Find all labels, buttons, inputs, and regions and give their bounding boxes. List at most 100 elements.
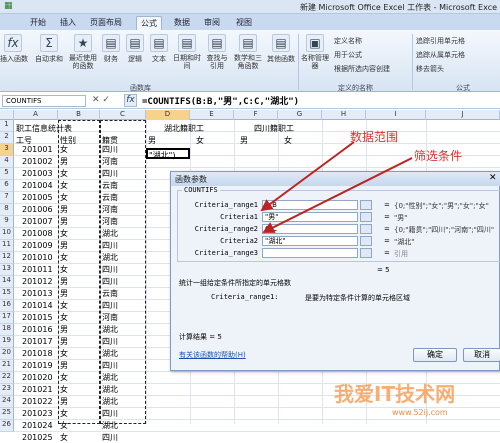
tab-home[interactable]: 开始 (26, 16, 50, 30)
insert-function-button[interactable]: fx 插入函数 (0, 34, 28, 64)
range-picker-icon[interactable] (360, 200, 372, 210)
employee-id-cell[interactable]: 201005 (22, 193, 53, 203)
employee-id-cell[interactable]: 201011 (22, 265, 53, 275)
tab-review[interactable]: 审阅 (200, 16, 224, 30)
employee-id-cell[interactable]: 201023 (22, 409, 53, 419)
row-header[interactable]: 17 (0, 312, 14, 324)
criteria-range3-input[interactable] (262, 248, 358, 258)
female-header-cell[interactable]: 女 (284, 136, 292, 146)
employee-id-cell[interactable]: 201002 (22, 157, 53, 167)
male-header-cell[interactable]: 男 (148, 136, 156, 146)
row-header[interactable]: 10 (0, 228, 14, 240)
insert-function-icon[interactable]: fx (124, 94, 137, 107)
employee-id-cell[interactable]: 201017 (22, 337, 53, 347)
row-header[interactable]: 11 (0, 240, 14, 252)
math-button[interactable]: ▤ 数学和三角函数 (232, 34, 264, 70)
define-name-button[interactable]: 定义名称 (334, 36, 362, 46)
employee-id-cell[interactable]: 201022 (22, 397, 53, 407)
column-header-f[interactable]: F (234, 110, 278, 120)
autosum-button[interactable]: Σ 自动求和 (32, 34, 66, 64)
employee-id-cell[interactable]: 201016 (22, 325, 53, 335)
employee-id-cell[interactable]: 201004 (22, 181, 53, 191)
row-header[interactable]: 13 (0, 264, 14, 276)
active-cell[interactable]: "湖北") (146, 148, 190, 160)
row-header[interactable]: 5 (0, 168, 14, 180)
create-from-selection-button[interactable]: 根据所选内容创建 (334, 64, 390, 74)
row-header[interactable]: 26 (0, 420, 14, 432)
trace-dependents-button[interactable]: 追踪从属单元格 (416, 50, 465, 60)
row-header[interactable]: 15 (0, 288, 14, 300)
employee-id-cell[interactable]: 201009 (22, 241, 53, 251)
employee-id-cell[interactable]: 201006 (22, 205, 53, 215)
tab-page-layout[interactable]: 页面布局 (86, 16, 126, 30)
row-header[interactable]: 3 (0, 144, 14, 156)
row-header[interactable]: 21 (0, 360, 14, 372)
sichuan-header-cell[interactable]: 四川籍职工 (254, 124, 294, 134)
criteria1-input[interactable]: "男" (262, 212, 358, 222)
row-header[interactable]: 12 (0, 252, 14, 264)
cancel-button[interactable]: 取消 (463, 348, 500, 362)
remove-arrows-button[interactable]: 移去箭头 (416, 64, 444, 74)
criteria2-input[interactable]: "湖北" (262, 236, 358, 246)
dialog-title[interactable]: 函数参数 (171, 172, 500, 186)
logical-button[interactable]: ▤ 逻辑 (124, 34, 146, 64)
row-header[interactable]: 4 (0, 156, 14, 168)
column-header-i[interactable]: I (366, 110, 426, 120)
employee-id-cell[interactable]: 201012 (22, 277, 53, 287)
row-header[interactable]: 24 (0, 396, 14, 408)
close-icon[interactable]: ✕ (489, 173, 497, 183)
origin-cell[interactable]: 四川 (102, 433, 118, 443)
row-header[interactable]: 8 (0, 204, 14, 216)
employee-id-cell[interactable]: 201008 (22, 229, 53, 239)
row-header[interactable]: 20 (0, 348, 14, 360)
select-all-corner[interactable] (0, 110, 14, 120)
text-button[interactable]: ▤ 文本 (148, 34, 170, 64)
employee-id-cell[interactable]: 201021 (22, 385, 53, 395)
row-header[interactable]: 22 (0, 372, 14, 384)
employee-id-cell[interactable]: 201019 (22, 361, 53, 371)
gender-cell[interactable]: 女 (60, 433, 68, 443)
employee-id-cell[interactable]: 201025 (22, 433, 53, 443)
row-header[interactable]: 23 (0, 384, 14, 396)
criteria-range2-input[interactable]: C:C (262, 224, 358, 234)
employee-id-cell[interactable]: 201013 (22, 289, 53, 299)
range-picker-icon[interactable] (360, 248, 372, 258)
employee-id-cell[interactable]: 201007 (22, 217, 53, 227)
column-header-e[interactable]: E (190, 110, 234, 120)
row-header[interactable]: 25 (0, 408, 14, 420)
date-time-button[interactable]: ▤ 日期和时间 (172, 34, 202, 70)
range-picker-icon[interactable] (360, 224, 372, 234)
row-header[interactable]: 7 (0, 192, 14, 204)
row-header[interactable]: 19 (0, 336, 14, 348)
criteria-range1-input[interactable]: B:B (262, 200, 358, 210)
excel-logo-icon[interactable]: ▦ (4, 1, 13, 11)
employee-id-cell[interactable]: 201024 (22, 421, 53, 431)
function-arguments-dialog[interactable]: 函数参数 ✕ COUNTIFS Criteria_range1 B:B = {0… (170, 171, 500, 371)
range-picker-icon[interactable] (360, 212, 372, 222)
row-header[interactable]: 6 (0, 180, 14, 192)
male-header-cell[interactable]: 男 (240, 136, 248, 146)
help-link[interactable]: 有关该函数的帮助(H) (179, 350, 246, 360)
cancel-icon[interactable]: ✕ (92, 95, 100, 105)
name-manager-button[interactable]: ▣ 名称管理器 (300, 34, 330, 70)
row-header[interactable]: 14 (0, 276, 14, 288)
trace-precedents-button[interactable]: 追踪引用单元格 (416, 36, 465, 46)
financial-button[interactable]: ▤ 财务 (100, 34, 122, 64)
column-header-h[interactable]: H (322, 110, 366, 120)
column-header-c[interactable]: C (100, 110, 146, 120)
row-header[interactable]: 1 (0, 120, 14, 132)
column-header-g[interactable]: G (278, 110, 322, 120)
enter-icon[interactable]: ✓ (102, 95, 110, 105)
id-header-cell[interactable]: 工号 (16, 136, 32, 146)
row-header[interactable]: 9 (0, 216, 14, 228)
tab-data[interactable]: 数据 (170, 16, 194, 30)
column-header-b[interactable]: B (58, 110, 100, 120)
employee-id-cell[interactable]: 201014 (22, 301, 53, 311)
column-header-d[interactable]: D (146, 110, 190, 120)
employee-id-cell[interactable]: 201020 (22, 373, 53, 383)
ok-button[interactable]: 确定 (413, 348, 457, 362)
more-functions-button[interactable]: ▤ 其他函数 (266, 34, 296, 64)
column-header-a[interactable]: A (14, 110, 58, 120)
tab-formulas[interactable]: 公式 (136, 16, 162, 30)
female-header-cell[interactable]: 女 (196, 136, 204, 146)
